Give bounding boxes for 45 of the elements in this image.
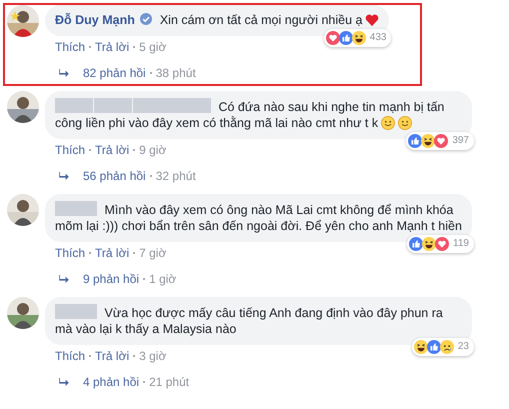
comment-text: Mình vào đây xem có ông nào Mã Lai cmt không để mình khóa mõm lại :))) chơi bẩn trên sân đến ngoài đời. Để yên cho anh Mạnh t hiền	[55, 203, 462, 233]
timestamp: 9 giờ	[139, 143, 166, 157]
action-link[interactable]: Trả lời	[95, 246, 130, 260]
timestamp: 7 giờ	[139, 246, 166, 260]
comment-text: Vừa học được mấy câu tiếng Anh đang định vào đây phun ra mà vào lại k thấy a Malaysia nào	[55, 306, 443, 336]
action-link[interactable]: Thích	[55, 143, 86, 157]
comment-text: Có đứa nào sau khi nghe tin mạnh bị tấn công liền phi vào đây xem có thằng mã lai nào cmt như t k	[55, 100, 444, 130]
reaction-summary[interactable]: 397	[406, 132, 474, 150]
action-link[interactable]: Trả lời	[95, 40, 130, 54]
timestamp: 3 giờ	[139, 349, 166, 363]
replies-link[interactable]: 56 phản hồi	[83, 169, 146, 183]
reaction-summary[interactable]: 119	[407, 235, 474, 253]
action-link[interactable]: Trả lời	[95, 143, 130, 157]
reply-arrow-icon	[59, 275, 69, 283]
timestamp: 38 phút	[156, 66, 196, 80]
timestamp: 32 phút	[156, 169, 196, 183]
separator-dot	[143, 381, 146, 383]
reaction-summary[interactable]: 433	[324, 29, 392, 47]
replies-link[interactable]: 9 phản hồi	[83, 272, 140, 286]
replies-link[interactable]: 4 phản hồi	[83, 375, 140, 389]
reply-arrow-icon	[59, 172, 69, 180]
comment-text: Xin cám ơn tất cả mọi người nhiều ạ	[160, 13, 362, 27]
separator-dot	[89, 149, 92, 151]
separator-dot	[150, 72, 152, 74]
separator-dot	[133, 46, 136, 48]
action-link[interactable]: Thích	[55, 246, 86, 260]
timestamp: 21 phút	[149, 375, 190, 389]
separator-dot	[89, 355, 92, 357]
separator-dot	[89, 46, 92, 48]
replies-link[interactable]: 82 phản hồi	[83, 66, 146, 80]
timestamp: 1 giờ	[149, 272, 176, 286]
separator-dot	[133, 355, 136, 357]
action-link[interactable]: Thích	[55, 40, 86, 54]
timestamp: 5 giờ	[139, 40, 166, 54]
separator-dot	[150, 175, 152, 177]
action-link[interactable]: Thích	[55, 349, 86, 363]
separator-dot	[89, 252, 92, 254]
author-name[interactable]: Đỗ Duy Mạnh	[55, 13, 135, 27]
separator-dot	[133, 252, 136, 254]
separator-dot	[143, 278, 146, 280]
action-link[interactable]: Trả lời	[95, 349, 130, 363]
reply-arrow-icon	[59, 69, 69, 77]
reaction-summary[interactable]: 23	[412, 338, 474, 356]
reply-arrow-icon	[59, 378, 69, 386]
separator-dot	[133, 149, 136, 151]
